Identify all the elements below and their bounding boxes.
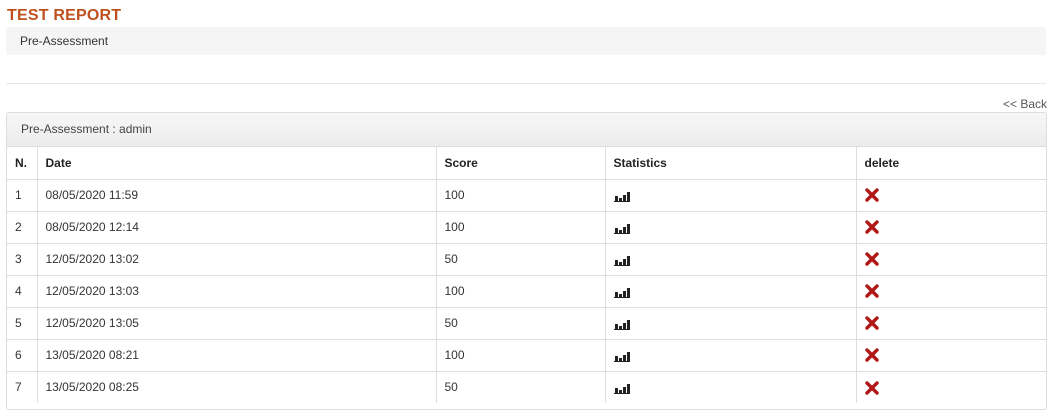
table-header-row: N. Date Score Statistics delete (7, 147, 1046, 180)
bar-chart-icon[interactable] (613, 254, 630, 266)
cell-statistics (605, 339, 857, 372)
cell-date: 12/05/2020 13:03 (37, 275, 437, 308)
header-number: N. (7, 147, 38, 180)
cell-statistics (605, 371, 857, 403)
cell-statistics (605, 243, 857, 276)
cell-delete (856, 243, 1046, 276)
delete-x-icon[interactable] (864, 284, 879, 299)
cell-number: 4 (7, 275, 38, 308)
cell-score: 50 (436, 243, 606, 276)
bar-chart-icon[interactable] (613, 222, 630, 234)
cell-date: 13/05/2020 08:25 (37, 371, 437, 403)
cell-date: 12/05/2020 13:02 (37, 243, 437, 276)
breadcrumb: Pre-Assessment (6, 27, 1046, 55)
cell-score: 100 (436, 275, 606, 308)
bar-chart-icon[interactable] (613, 286, 630, 298)
table-row: 5 12/05/2020 13:05 50 (7, 307, 1046, 340)
bar-chart-icon[interactable] (613, 382, 630, 395)
header-delete: delete (856, 147, 1046, 180)
table-row: 4 12/05/2020 13:03 100 (7, 275, 1046, 308)
table-row: 2 08/05/2020 12:14 100 (7, 211, 1046, 244)
bar-chart-icon[interactable] (613, 190, 630, 202)
breadcrumb-item: Pre-Assessment (20, 34, 109, 48)
results-table: N. Date Score Statistics delete 1 08/05/2… (7, 147, 1046, 403)
cell-score: 100 (436, 339, 606, 372)
delete-x-icon[interactable] (864, 188, 879, 203)
cell-date: 08/05/2020 12:14 (37, 211, 437, 244)
page-title: TEST REPORT (7, 7, 122, 24)
cell-date: 13/05/2020 08:21 (37, 339, 437, 372)
cell-delete (856, 371, 1046, 403)
cell-delete (856, 275, 1046, 308)
bar-chart-icon[interactable] (613, 350, 630, 362)
table-row: 3 12/05/2020 13:02 50 (7, 243, 1046, 276)
delete-x-icon[interactable] (864, 252, 879, 267)
cell-statistics (605, 307, 857, 340)
results-panel: Pre-Assessment : admin N. Date Score Sta… (6, 112, 1047, 410)
bar-chart-icon[interactable] (613, 318, 630, 330)
delete-x-icon[interactable] (864, 380, 879, 395)
table-row: 7 13/05/2020 08:25 50 (7, 371, 1046, 403)
table-row: 6 13/05/2020 08:21 100 (7, 339, 1046, 372)
cell-statistics (605, 179, 857, 212)
cell-number: 1 (7, 179, 38, 212)
cell-score: 100 (436, 211, 606, 244)
cell-number: 7 (7, 371, 38, 403)
delete-x-icon[interactable] (864, 316, 879, 331)
header-date: Date (37, 147, 437, 180)
cell-number: 3 (7, 243, 38, 276)
cell-delete (856, 339, 1046, 372)
table-row: 1 08/05/2020 11:59 100 (7, 179, 1046, 212)
divider (6, 83, 1046, 84)
cell-statistics (605, 211, 857, 244)
back-link[interactable]: << Back (1003, 97, 1047, 111)
cell-delete (856, 211, 1046, 244)
panel-heading: Pre-Assessment : admin (7, 113, 1046, 147)
cell-score: 100 (436, 179, 606, 212)
cell-number: 6 (7, 339, 38, 372)
cell-delete (856, 307, 1046, 340)
cell-statistics (605, 275, 857, 308)
cell-date: 08/05/2020 11:59 (37, 179, 437, 212)
cell-number: 5 (7, 307, 38, 340)
cell-number: 2 (7, 211, 38, 244)
cell-score: 50 (436, 371, 606, 403)
header-score: Score (436, 147, 606, 180)
cell-date: 12/05/2020 13:05 (37, 307, 437, 340)
cell-delete (856, 179, 1046, 212)
header-statistics: Statistics (605, 147, 857, 180)
cell-score: 50 (436, 307, 606, 340)
delete-x-icon[interactable] (864, 348, 879, 363)
delete-x-icon[interactable] (864, 220, 879, 235)
